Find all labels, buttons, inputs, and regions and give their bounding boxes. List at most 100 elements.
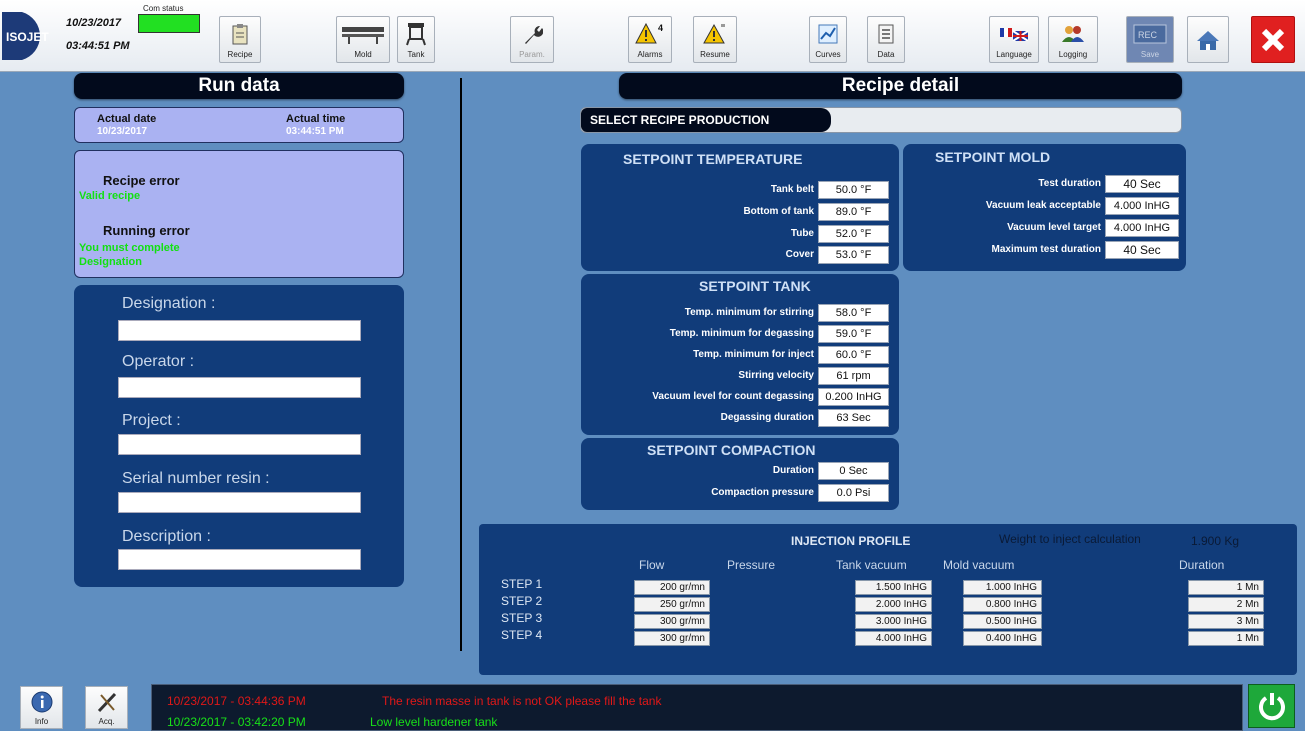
svg-text:REC: REC xyxy=(1138,30,1158,40)
step-tank-vacuum-value[interactable]: 3.000 InHG xyxy=(855,614,932,629)
vacuum-count-degassing-value[interactable]: 0.200 InHG xyxy=(818,388,889,406)
svg-text:4: 4 xyxy=(658,23,663,33)
step-flow-value[interactable]: 200 gr/mn xyxy=(634,580,710,595)
setpoint-mold-panel: SETPOINT MOLD Test duration 40 Sec Vacuu… xyxy=(903,144,1186,271)
pressure-header: Pressure xyxy=(727,558,776,572)
step-label: STEP 1 xyxy=(501,577,543,591)
max-test-duration-value[interactable]: 40 Sec xyxy=(1105,241,1179,259)
vacuum-level-target-value[interactable]: 4.000 InHG xyxy=(1105,219,1179,237)
step-flow-value[interactable]: 300 gr/mn xyxy=(634,614,710,629)
log-message: The resin masse in tank is not OK please… xyxy=(382,694,662,708)
temp-min-stirring-label: Temp. minimum for stirring xyxy=(684,307,814,318)
operator-input[interactable] xyxy=(118,377,361,398)
temp-min-inject-value[interactable]: 60.0 °F xyxy=(818,346,889,364)
project-input[interactable] xyxy=(118,434,361,455)
tank-belt-value[interactable]: 50.0 °F xyxy=(818,181,889,199)
compaction-pressure-value[interactable]: 0.0 Psi xyxy=(818,484,889,502)
step-flow-value[interactable]: 250 gr/mn xyxy=(634,597,710,612)
tube-value[interactable]: 52.0 °F xyxy=(818,225,889,243)
logging-button[interactable]: Logging xyxy=(1048,16,1098,63)
description-label: Description : xyxy=(122,528,211,545)
param-button[interactable]: Param. xyxy=(510,16,554,63)
weight-inject-label: Weight to inject calculation xyxy=(999,532,1141,546)
actual-time-value: 03:44:51 PM xyxy=(286,126,344,137)
compaction-duration-value[interactable]: 0 Sec xyxy=(818,462,889,480)
curves-button[interactable]: Curves xyxy=(809,16,847,63)
tank-button[interactable]: Tank xyxy=(397,16,435,63)
test-duration-value[interactable]: 40 Sec xyxy=(1105,175,1179,193)
home-icon xyxy=(1197,30,1219,50)
recipe-button[interactable]: Recipe xyxy=(219,16,261,63)
vertical-divider xyxy=(460,78,462,651)
tank-belt-label: Tank belt xyxy=(770,184,814,195)
actual-date-value: 10/23/2017 xyxy=(97,126,148,137)
alarms-button[interactable]: 4 Alarms xyxy=(628,16,672,63)
step-mold-vacuum-value[interactable]: 0.800 InHG xyxy=(963,597,1042,612)
step-tank-vacuum-value[interactable]: 4.000 InHG xyxy=(855,631,932,646)
mold-vacuum-header: Mold vacuum xyxy=(943,558,1015,572)
home-button[interactable] xyxy=(1187,16,1229,63)
step-mold-vacuum-value[interactable]: 0.400 InHG xyxy=(963,631,1042,646)
document-icon xyxy=(878,24,894,43)
serial-number-label: Serial number resin : xyxy=(122,470,270,487)
step-tank-vacuum-value[interactable]: 2.000 InHG xyxy=(855,597,932,612)
step-flow-value[interactable]: 300 gr/mn xyxy=(634,631,710,646)
designation-input[interactable] xyxy=(118,320,361,341)
step-duration-value[interactable]: 1 Mn xyxy=(1188,631,1264,646)
info-icon xyxy=(31,691,52,713)
data-button[interactable]: Data xyxy=(867,16,905,63)
cover-value[interactable]: 53.0 °F xyxy=(818,246,889,264)
temp-min-stirring-value[interactable]: 58.0 °F xyxy=(818,304,889,322)
setpoint-compaction-panel: SETPOINT COMPACTION Duration 0 Sec Compa… xyxy=(581,438,899,510)
step-duration-value[interactable]: 2 Mn xyxy=(1188,597,1264,612)
header-time: 03:44:51 PM xyxy=(66,40,130,52)
description-input[interactable] xyxy=(118,549,361,570)
project-label: Project : xyxy=(122,412,181,429)
vacuum-leak-value[interactable]: 4.000 InHG xyxy=(1105,197,1179,215)
injection-profile-title: INJECTION PROFILE xyxy=(791,534,911,548)
step-mold-vacuum-value[interactable]: 1.000 InHG xyxy=(963,580,1042,595)
language-button[interactable]: Language xyxy=(989,16,1039,63)
save-button[interactable]: REC Save xyxy=(1126,16,1174,63)
warning-resume-icon xyxy=(703,23,725,43)
log-message: Low level hardener tank xyxy=(370,715,498,729)
log-time: 10/23/2017 - 03:42:20 PM xyxy=(167,715,306,729)
serial-number-input[interactable] xyxy=(118,492,361,513)
power-button[interactable] xyxy=(1248,684,1295,728)
flow-header: Flow xyxy=(639,558,665,572)
close-icon xyxy=(1261,28,1285,51)
select-recipe-dropdown[interactable]: SELECT RECIPE PRODUCTION xyxy=(580,107,1182,133)
recipe-error-label: Recipe error xyxy=(103,173,180,188)
acq-button[interactable]: Acq. xyxy=(85,686,128,729)
step-duration-value[interactable]: 3 Mn xyxy=(1188,614,1264,629)
info-button[interactable]: Info xyxy=(20,686,63,729)
actual-date-label: Actual date xyxy=(97,113,157,125)
step-tank-vacuum-value[interactable]: 1.500 InHG xyxy=(855,580,932,595)
actual-datetime-panel: Actual date 10/23/2017 Actual time 03:44… xyxy=(74,107,404,143)
degassing-duration-value[interactable]: 63 Sec xyxy=(818,409,889,427)
cover-label: Cover xyxy=(785,249,814,260)
step-mold-vacuum-value[interactable]: 0.500 InHG xyxy=(963,614,1042,629)
bottom-of-tank-label: Bottom of tank xyxy=(743,206,814,217)
run-data-title: Run data xyxy=(74,73,404,99)
close-button[interactable] xyxy=(1251,16,1295,63)
stirring-velocity-label: Stirring velocity xyxy=(738,370,814,381)
power-icon xyxy=(1258,693,1285,721)
mold-button[interactable]: Mold xyxy=(336,16,390,63)
flags-icon xyxy=(1000,27,1028,41)
recipe-detail-title: Recipe detail xyxy=(619,73,1182,99)
chart-icon xyxy=(818,24,838,43)
stirring-velocity-value[interactable]: 61 rpm xyxy=(818,367,889,385)
tank-vacuum-header: Tank vacuum xyxy=(836,558,907,572)
temp-min-degassing-label: Temp. minimum for degassing xyxy=(669,328,814,339)
operator-label: Operator : xyxy=(122,353,195,370)
degassing-duration-label: Degassing duration xyxy=(720,412,814,423)
step-duration-value[interactable]: 1 Mn xyxy=(1188,580,1264,595)
bottom-of-tank-value[interactable]: 89.0 °F xyxy=(818,203,889,221)
clipboard-icon xyxy=(232,23,248,44)
temp-min-degassing-value[interactable]: 59.0 °F xyxy=(818,325,889,343)
resume-button[interactable]: Resume xyxy=(693,16,737,63)
tools-icon xyxy=(97,692,116,713)
run-info-panel: Designation : Operator : Project : Seria… xyxy=(74,285,404,587)
actual-time-label: Actual time xyxy=(286,113,346,125)
